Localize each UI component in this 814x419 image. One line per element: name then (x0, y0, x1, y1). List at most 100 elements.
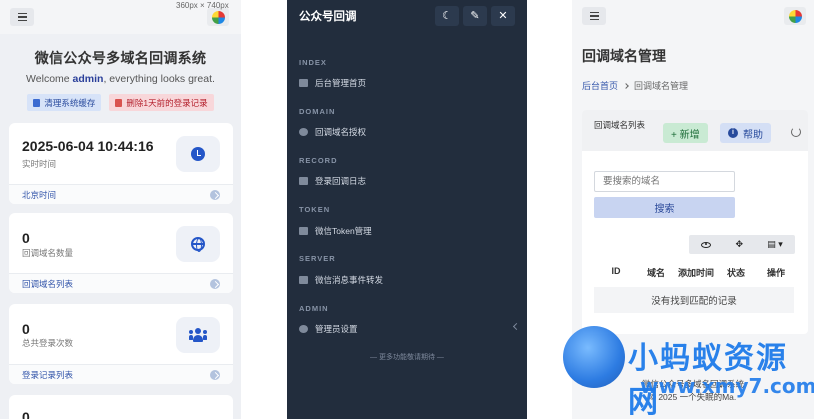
size-caption: 360px × 740px (176, 1, 229, 10)
theme-switch-button[interactable] (784, 7, 806, 25)
section-heading-server: SERVER (299, 254, 336, 263)
sidebar-item-home[interactable]: 后台管理首页 (299, 77, 366, 89)
welcome-prefix: Welcome (26, 73, 73, 85)
domain-topbar (572, 0, 814, 32)
help-button[interactable]: i 帮助 (720, 123, 771, 143)
domain-count-label: 回调域名数量 (22, 248, 74, 258)
login-card-link[interactable]: 登录记录列表 (22, 369, 73, 381)
color-wheel-icon (788, 9, 802, 23)
toggle-view-icon[interactable] (701, 241, 712, 248)
domain-search-input[interactable] (594, 171, 735, 192)
gear-icon (299, 325, 308, 333)
column-header-id[interactable]: ID (596, 266, 636, 279)
info-icon: i (728, 128, 738, 138)
arrow-right-icon (210, 189, 220, 200)
column-header-status[interactable]: 状态 (716, 266, 756, 279)
dark-mode-button[interactable]: ☾ (435, 5, 459, 26)
sidebar-brand: 公众号回调 (299, 10, 357, 23)
breadcrumb-home-link[interactable]: 后台首页 (582, 79, 618, 92)
globe-icon (299, 128, 308, 136)
column-header-time[interactable]: 添加时间 (676, 266, 716, 279)
sidebar-header: 公众号回调 ☾ ✎ ✕ (287, 0, 527, 31)
key-icon (299, 227, 308, 235)
menu-toggle-button[interactable] (10, 8, 34, 26)
more-features-note: — 更多功能敬请期待 — (370, 354, 444, 361)
sidebar-item-domain[interactable]: 回调域名授权 (299, 126, 366, 138)
color-wheel-icon (211, 10, 225, 24)
time-card: 2025-06-04 10:44:16 实时时间 北京时间 (9, 123, 233, 204)
sidebar-item-label: 微信消息事件转发 (315, 275, 384, 285)
search-button[interactable]: 搜索 (594, 197, 735, 218)
dashboard-panel: 360px × 740px 微信公众号多域名回调系统 Welcome admin… (0, 0, 241, 419)
sidebar-item-record[interactable]: 登录回调日志 (299, 175, 366, 187)
domain-count-value: 0 (22, 230, 30, 246)
delete-logs-button[interactable]: 删除1天前的登录记录 (109, 94, 214, 111)
column-header-domain[interactable]: 域名 (636, 266, 676, 279)
table-toolbar: ✥ ▤ ▾ (689, 235, 795, 254)
help-label: 帮助 (743, 129, 763, 141)
brush-icon: ✎ (470, 10, 480, 22)
clear-cache-label: 清理系统缓存 (44, 97, 96, 108)
table-header: ID 域名 添加时间 状态 操作 (596, 266, 796, 279)
watermark-url: www.xmy7.com (640, 374, 814, 398)
extra-card-value: 0 (22, 409, 30, 419)
sidebar-item-label: 回调域名授权 (315, 127, 367, 137)
sidebar-item-label: 管理员设置 (315, 324, 358, 334)
welcome-user: admin (72, 73, 104, 85)
server-icon (299, 276, 308, 284)
sidebar-item-token[interactable]: 微信Token管理 (299, 225, 372, 237)
time-card-link[interactable]: 北京时间 (22, 189, 56, 201)
login-icon-box (176, 317, 220, 353)
add-domain-button[interactable]: + 新增 (663, 123, 708, 143)
login-count-card: 0 总共登录次数 登录记录列表 (9, 304, 233, 384)
domain-card-link[interactable]: 回调域名列表 (22, 278, 73, 290)
domain-list-header: 回调域名列表 + 新增 i 帮助 (582, 110, 808, 151)
section-heading-domain: DOMAIN (299, 107, 336, 116)
fullscreen-icon[interactable]: ✥ (735, 239, 743, 250)
domain-card-footer[interactable]: 回调域名列表 (9, 273, 233, 293)
extra-card: 0 (9, 395, 233, 419)
trash-icon (115, 98, 123, 107)
dashboard-actions: 清理系统缓存 删除1天前的登录记录 (0, 94, 241, 111)
close-icon: ✕ (498, 10, 508, 22)
domain-list-panel: 回调域名列表 + 新增 i 帮助 搜索 ✥ ▤ ▾ ID 域名 添加时间 状态 操… (582, 110, 808, 334)
sidebar-header-buttons: ☾ ✎ ✕ (435, 5, 515, 26)
sidebar-item-admin[interactable]: 管理员设置 (299, 323, 358, 335)
section-heading-index: INDEX (299, 58, 327, 67)
theme-switch-button[interactable] (207, 8, 229, 26)
section-heading-record: RECORD (299, 156, 338, 165)
moon-icon: ☾ (442, 10, 452, 22)
time-value: 2025-06-04 10:44:16 (22, 138, 154, 154)
watermark-ant-logo (563, 326, 625, 388)
delete-logs-label: 删除1天前的登录记录 (126, 97, 208, 108)
chevron-left-icon (512, 322, 521, 331)
columns-dropdown-icon[interactable]: ▤ ▾ (767, 239, 783, 250)
clock-icon (191, 147, 205, 161)
users-icon (189, 328, 207, 342)
domain-count-card: 0 回调域名数量 回调域名列表 (9, 213, 233, 293)
section-heading-admin: ADMIN (299, 304, 329, 313)
trash-icon (33, 98, 41, 107)
login-card-footer[interactable]: 登录记录列表 (9, 364, 233, 384)
globe-icon (191, 237, 205, 252)
welcome-text: Welcome admin, everything looks great. (0, 73, 241, 85)
time-card-footer[interactable]: 北京时间 (9, 184, 233, 204)
add-domain-label: + 新增 (671, 129, 700, 141)
page-title: 回调域名管理 (582, 48, 666, 64)
screenshot-stage: 360px × 740px 微信公众号多域名回调系统 Welcome admin… (0, 0, 814, 419)
domain-list-title: 回调域名列表 (594, 120, 646, 130)
section-heading-token: TOKEN (299, 205, 331, 214)
time-label: 实时时间 (22, 159, 57, 169)
column-header-actions: 操作 (766, 268, 785, 278)
login-count-label: 总共登录次数 (22, 338, 74, 348)
refresh-icon[interactable] (791, 127, 801, 137)
chevron-right-icon (623, 82, 629, 89)
menu-toggle-button[interactable] (582, 7, 606, 25)
clear-cache-button[interactable]: 清理系统缓存 (27, 94, 102, 111)
close-sidebar-button[interactable]: ✕ (491, 5, 515, 26)
breadcrumb: 后台首页 回调域名管理 (582, 79, 814, 92)
theme-brush-button[interactable]: ✎ (463, 5, 487, 26)
sidebar-item-server[interactable]: 微信消息事件转发 (299, 274, 383, 286)
sidebar-item-label: 登录回调日志 (315, 176, 367, 186)
domain-icon-box (176, 226, 220, 262)
